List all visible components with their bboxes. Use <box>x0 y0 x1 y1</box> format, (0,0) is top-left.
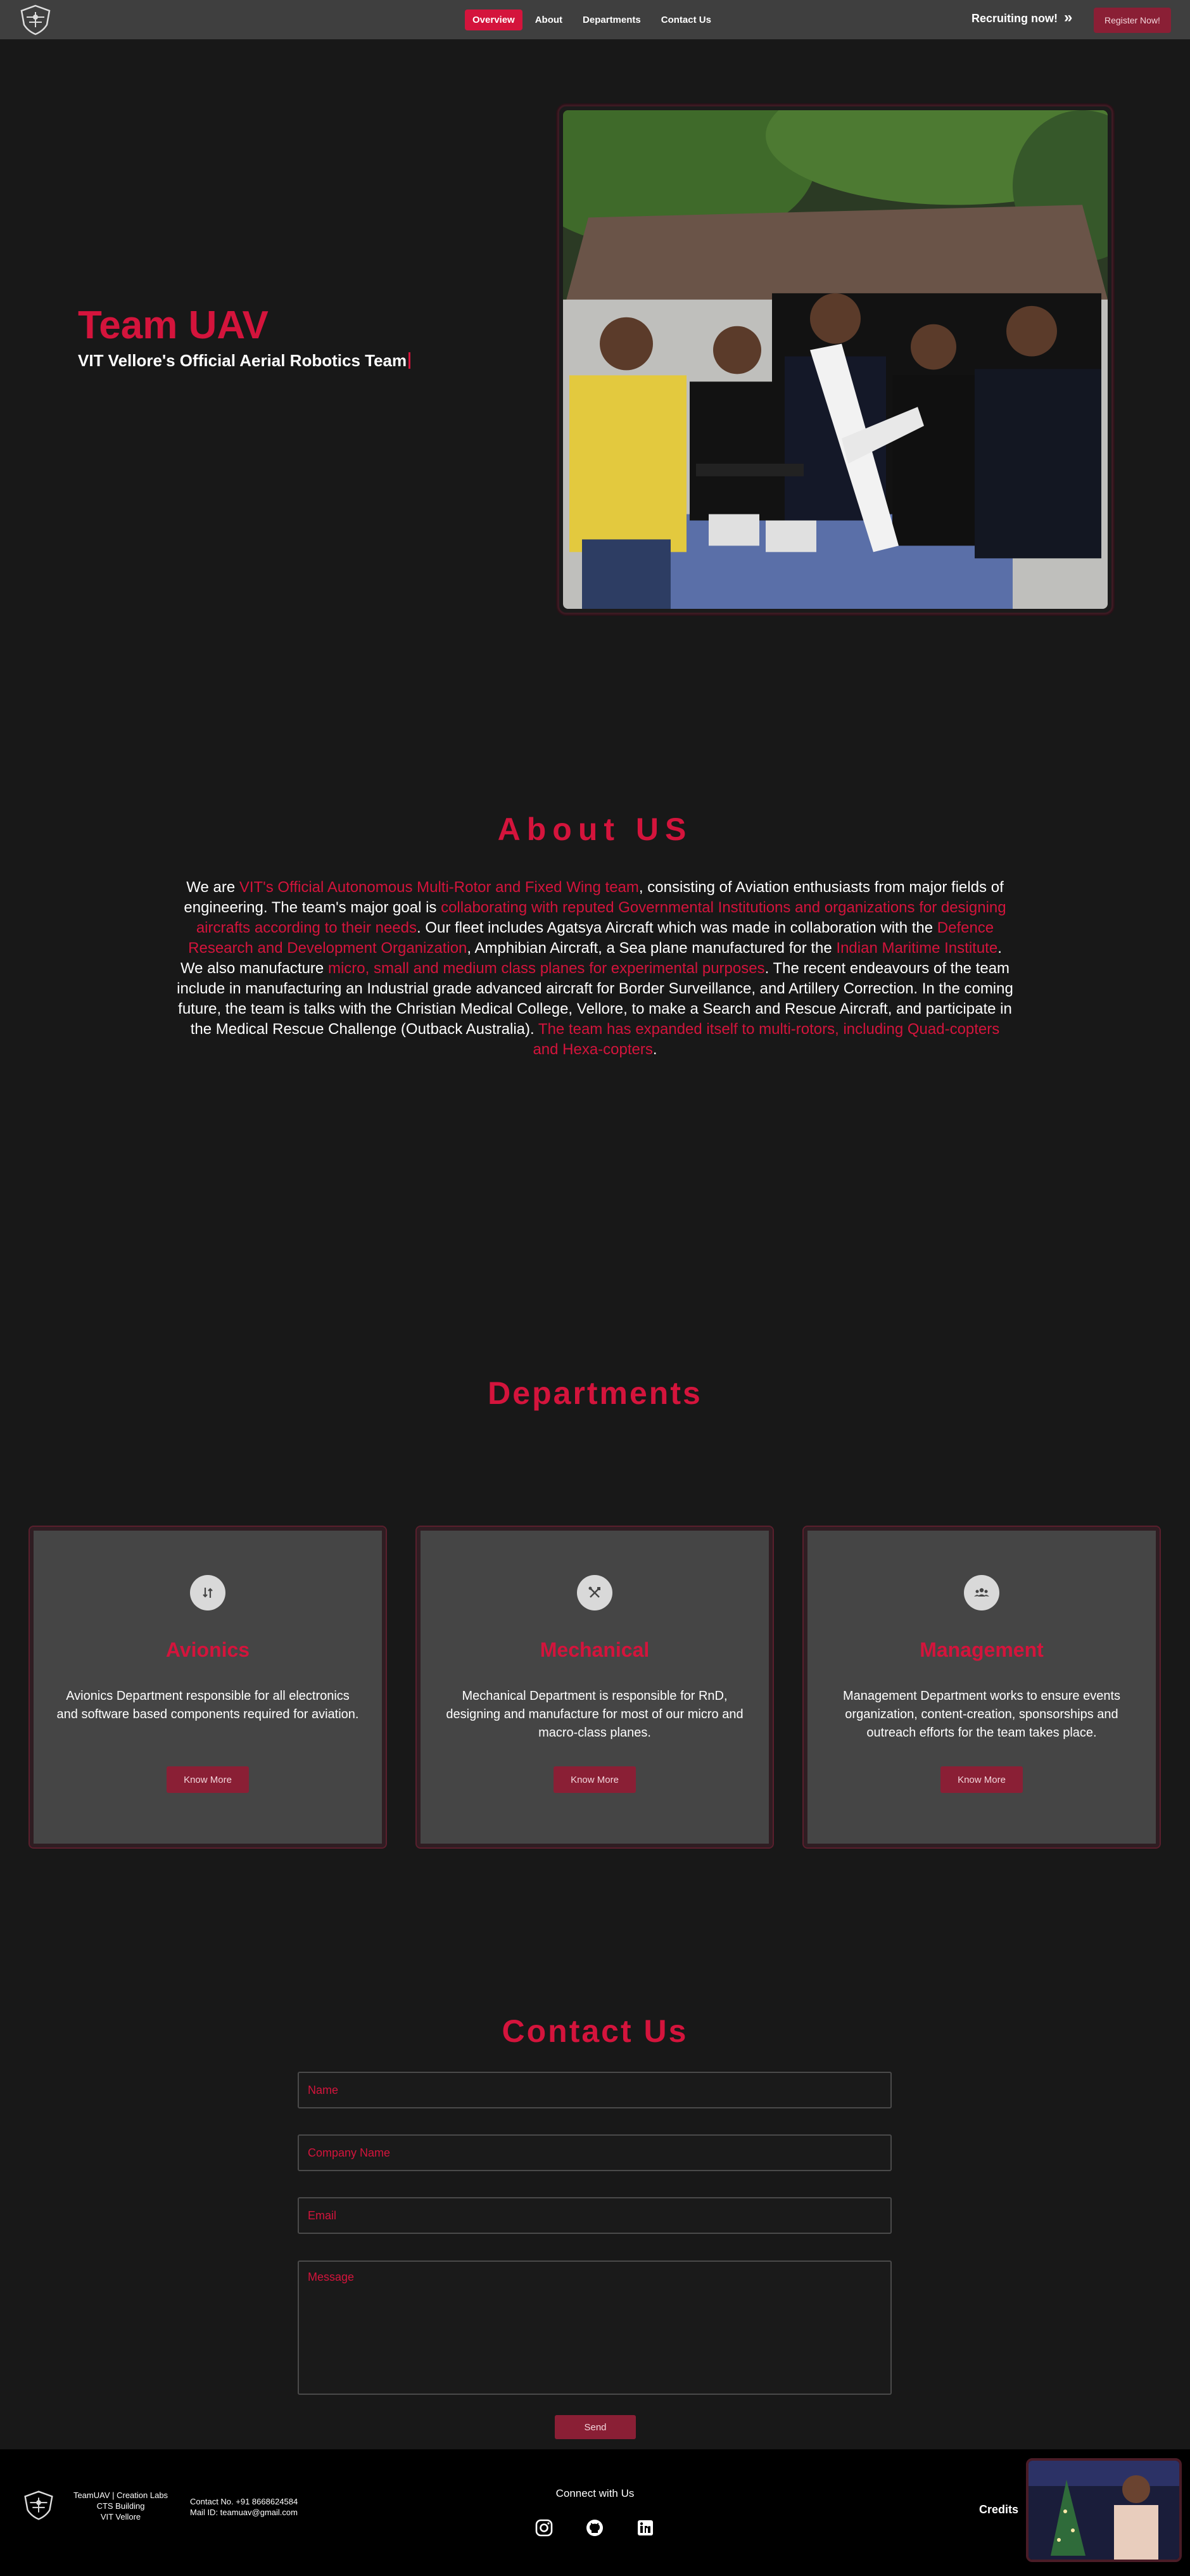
nav-links: Overview About Departments Contact Us <box>465 10 719 30</box>
hero-title: Team UAV <box>78 303 269 347</box>
instagram-icon[interactable] <box>534 2518 554 2538</box>
hero-subtitle-text: VIT Vellore's Official Aerial Robotics T… <box>78 351 407 370</box>
dept-card-desc: Mechanical Department is responsible for… <box>446 1689 744 1740</box>
nav-overview[interactable]: Overview <box>465 10 522 30</box>
dept-card-title: Mechanical <box>540 1638 650 1661</box>
email-field[interactable] <box>298 2197 892 2234</box>
recruiting-text: Recruiting now! <box>972 12 1058 25</box>
dept-card-desc: Avionics Department responsible for all … <box>56 1689 359 1721</box>
linkedin-icon[interactable] <box>635 2518 655 2538</box>
social-links <box>534 2518 655 2538</box>
nav-departments[interactable]: Departments <box>575 10 649 30</box>
tools-icon <box>577 1575 612 1610</box>
about-segment: We are <box>186 879 239 896</box>
footer: TeamUAV | Creation Labs CTS Building VIT… <box>0 2449 1190 2576</box>
name-field[interactable] <box>298 2072 892 2108</box>
about-segment: . Our fleet includes Agatsya Aircraft wh… <box>417 919 937 936</box>
about-paragraph: We are VIT's Official Autonomous Multi-R… <box>176 877 1014 1060</box>
people-icon <box>964 1575 999 1610</box>
message-field[interactable] <box>298 2260 892 2395</box>
contact-title: Contact Us <box>502 2013 688 2049</box>
team-logo[interactable] <box>15 3 56 36</box>
footer-address-line: CTS Building <box>96 2501 145 2511</box>
credits-photo <box>1026 2458 1182 2562</box>
dept-card-title: Management <box>920 1638 1044 1661</box>
departments-title: Departments <box>488 1375 702 1411</box>
about-highlight: Indian Maritime Institute <box>836 940 998 957</box>
about-highlight: VIT's Official Autonomous Multi-Rotor an… <box>239 879 639 896</box>
team-photo <box>557 105 1113 615</box>
dept-card-management: Management Management Department works t… <box>802 1526 1161 1849</box>
about-highlight: The team has expanded itself to multi-ro… <box>533 1021 1000 1058</box>
dept-card-avionics: Avionics Avionics Department responsible… <box>28 1526 387 1849</box>
hero-subtitle: VIT Vellore's Official Aerial Robotics T… <box>78 351 411 371</box>
know-more-avionics-button[interactable]: Know More <box>167 1766 249 1793</box>
connect-with-us-label: Connect with Us <box>555 2487 635 2499</box>
double-chevron-right-icon: » <box>1064 9 1073 26</box>
register-now-button[interactable]: Register Now! <box>1094 8 1171 33</box>
avionics-icon <box>190 1575 225 1610</box>
top-navbar: Overview About Departments Contact Us Re… <box>0 0 1190 39</box>
footer-address-line: VIT Vellore <box>100 2512 141 2522</box>
nav-about[interactable]: About <box>528 10 570 30</box>
about-title: About US <box>497 812 693 847</box>
know-more-management-button[interactable]: Know More <box>940 1766 1023 1793</box>
company-name-field[interactable] <box>298 2134 892 2171</box>
know-more-mechanical-button[interactable]: Know More <box>554 1766 636 1793</box>
typing-caret <box>408 352 411 369</box>
about-segment: . <box>652 1041 657 1058</box>
dept-card-desc: Management Department works to ensure ev… <box>843 1689 1120 1740</box>
nav-contact-us[interactable]: Contact Us <box>654 10 719 30</box>
team-photo-image <box>563 110 1108 609</box>
about-segment: , Amphibian Aircraft, a Sea plane manufa… <box>467 940 837 957</box>
dept-card-mechanical: Mechanical Mechanical Department is resp… <box>415 1526 774 1849</box>
about-highlight: micro, small and medium class planes for… <box>327 960 765 977</box>
dept-card-title: Avionics <box>165 1638 250 1661</box>
send-button[interactable]: Send <box>555 2415 636 2439</box>
credits-link[interactable]: Credits <box>979 2503 1018 2516</box>
github-icon[interactable] <box>585 2518 605 2538</box>
footer-mail: Mail ID: teamuav@gmail.com <box>190 2508 298 2517</box>
